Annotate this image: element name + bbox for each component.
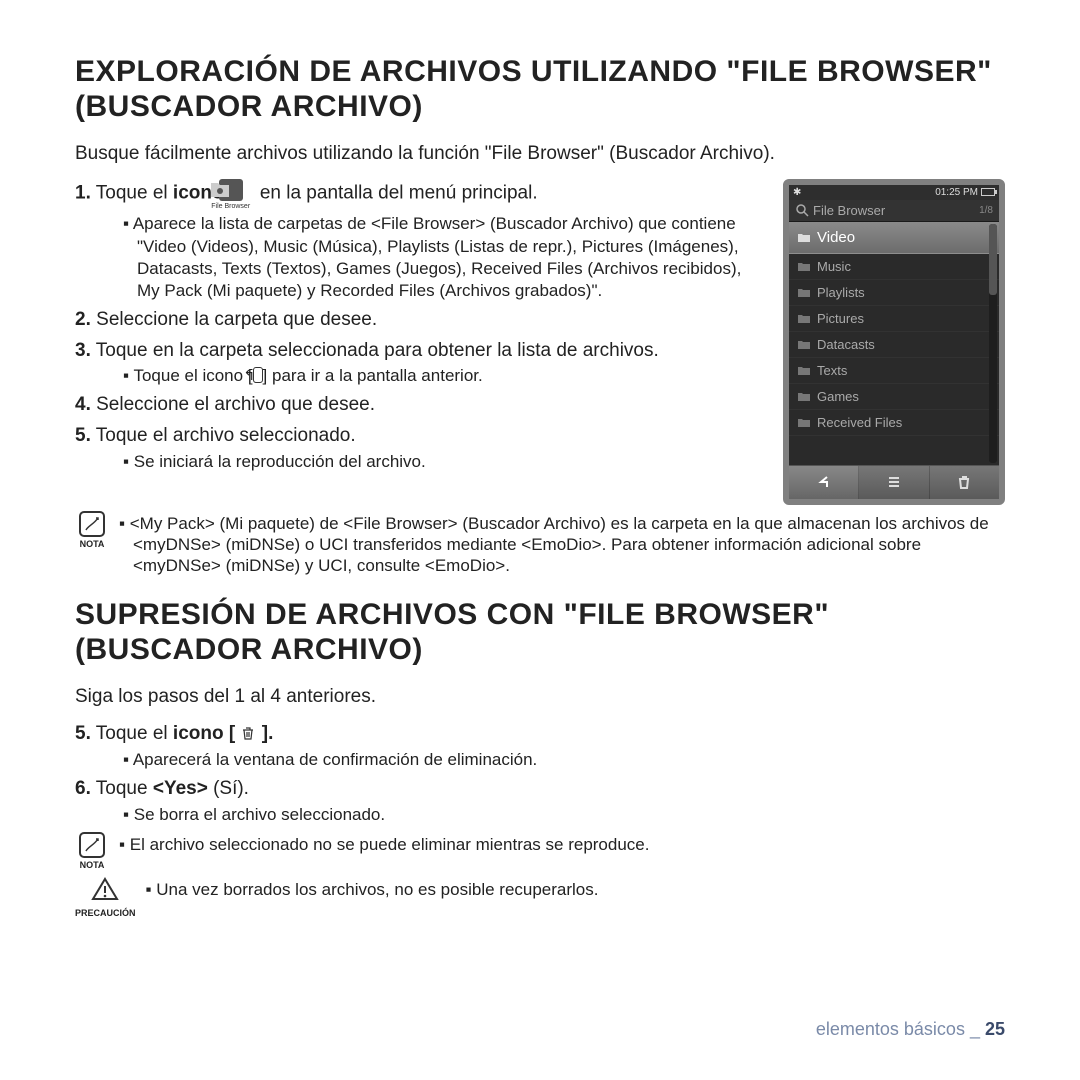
- intro-2: Siga los pasos del 1 al 4 anteriores.: [75, 685, 1005, 710]
- note-icon-2: [79, 832, 105, 858]
- device-item-video: Video: [789, 222, 999, 254]
- device-item-received: Received Files: [789, 410, 999, 436]
- device-folder-list: Video Music Playlists Pictures Datacasts…: [789, 222, 999, 465]
- step-3-sub: Toque el icono [↰] para ir a la pantalla…: [123, 365, 763, 387]
- device-screenshot: ✱ 01:25 PM File Browser 1/8 Video Music …: [783, 179, 1005, 505]
- device-time: 01:25 PM: [935, 187, 978, 198]
- device-bottom-bar: [789, 465, 999, 499]
- heading-exploracion: EXPLORACIÓN DE ARCHIVOS UTILIZANDO "FILE…: [75, 55, 1005, 124]
- step-5-sub: Se iniciará la reproducción del archivo.: [123, 451, 763, 473]
- caution-text: Una vez borrados los archivos, no es pos…: [146, 879, 1005, 900]
- intro-text: Busque fácilmente archivos utilizando la…: [75, 142, 1005, 167]
- device-item-pictures: Pictures: [789, 306, 999, 332]
- device-item-music: Music: [789, 254, 999, 280]
- delete-step-6: 6. Toque <Yes> (Sí). Se borra el archivo…: [75, 777, 1005, 826]
- back-icon: ↰: [253, 367, 263, 383]
- bluetooth-icon: ✱: [793, 187, 801, 198]
- device-item-playlists: Playlists: [789, 280, 999, 306]
- file-browser-icon: [219, 179, 243, 201]
- heading-supresion: SUPRESIÓN DE ARCHIVOS CON "FILE BROWSER"…: [75, 598, 1005, 667]
- step-2: 2. 2. Seleccione la carpeta que desee.Se…: [75, 308, 763, 333]
- device-list-button: [859, 466, 929, 499]
- search-icon: [795, 203, 809, 217]
- step-5: 5. Toque el archivo seleccionado. Se ini…: [75, 424, 763, 473]
- note-label: NOTA: [75, 539, 109, 550]
- device-back-button: [789, 466, 859, 499]
- trash-icon: [240, 725, 256, 741]
- device-item-games: Games: [789, 384, 999, 410]
- step-4: 4. Seleccione el archivo que desee.: [75, 393, 763, 418]
- delete-step-6-sub: Se borra el archivo seleccionado.: [123, 804, 1005, 826]
- device-scrollbar: [989, 224, 997, 463]
- step-1: 1. Toque el icono File Browser en la pan…: [75, 179, 763, 302]
- device-title-bar: File Browser 1/8: [789, 200, 999, 222]
- note-1-text: <My Pack> (Mi paquete) de <File Browser>…: [119, 513, 1005, 577]
- note-label-2: NOTA: [75, 860, 109, 871]
- battery-icon: [981, 188, 995, 196]
- device-item-datacasts: Datacasts: [789, 332, 999, 358]
- caution-label: PRECAUCIÓN: [75, 908, 136, 919]
- note-2-text: El archivo seleccionado no se puede elim…: [119, 834, 1005, 855]
- caution-icon: [91, 877, 119, 901]
- device-status-bar: ✱ 01:25 PM: [789, 185, 999, 200]
- note-icon: [79, 511, 105, 537]
- page-footer: elementos básicos _ 25: [816, 1019, 1005, 1040]
- device-trash-button: [930, 466, 999, 499]
- device-item-texts: Texts: [789, 358, 999, 384]
- delete-step-5: 5. Toque el icono [ ]. Aparecerá la vent…: [75, 722, 1005, 771]
- delete-step-5-sub: Aparecerá la ventana de confirmación de …: [123, 749, 1005, 771]
- step-1-sub: Aparece la lista de carpetas de <File Br…: [123, 213, 763, 301]
- step-3: 3. Toque en la carpeta seleccionada para…: [75, 339, 763, 388]
